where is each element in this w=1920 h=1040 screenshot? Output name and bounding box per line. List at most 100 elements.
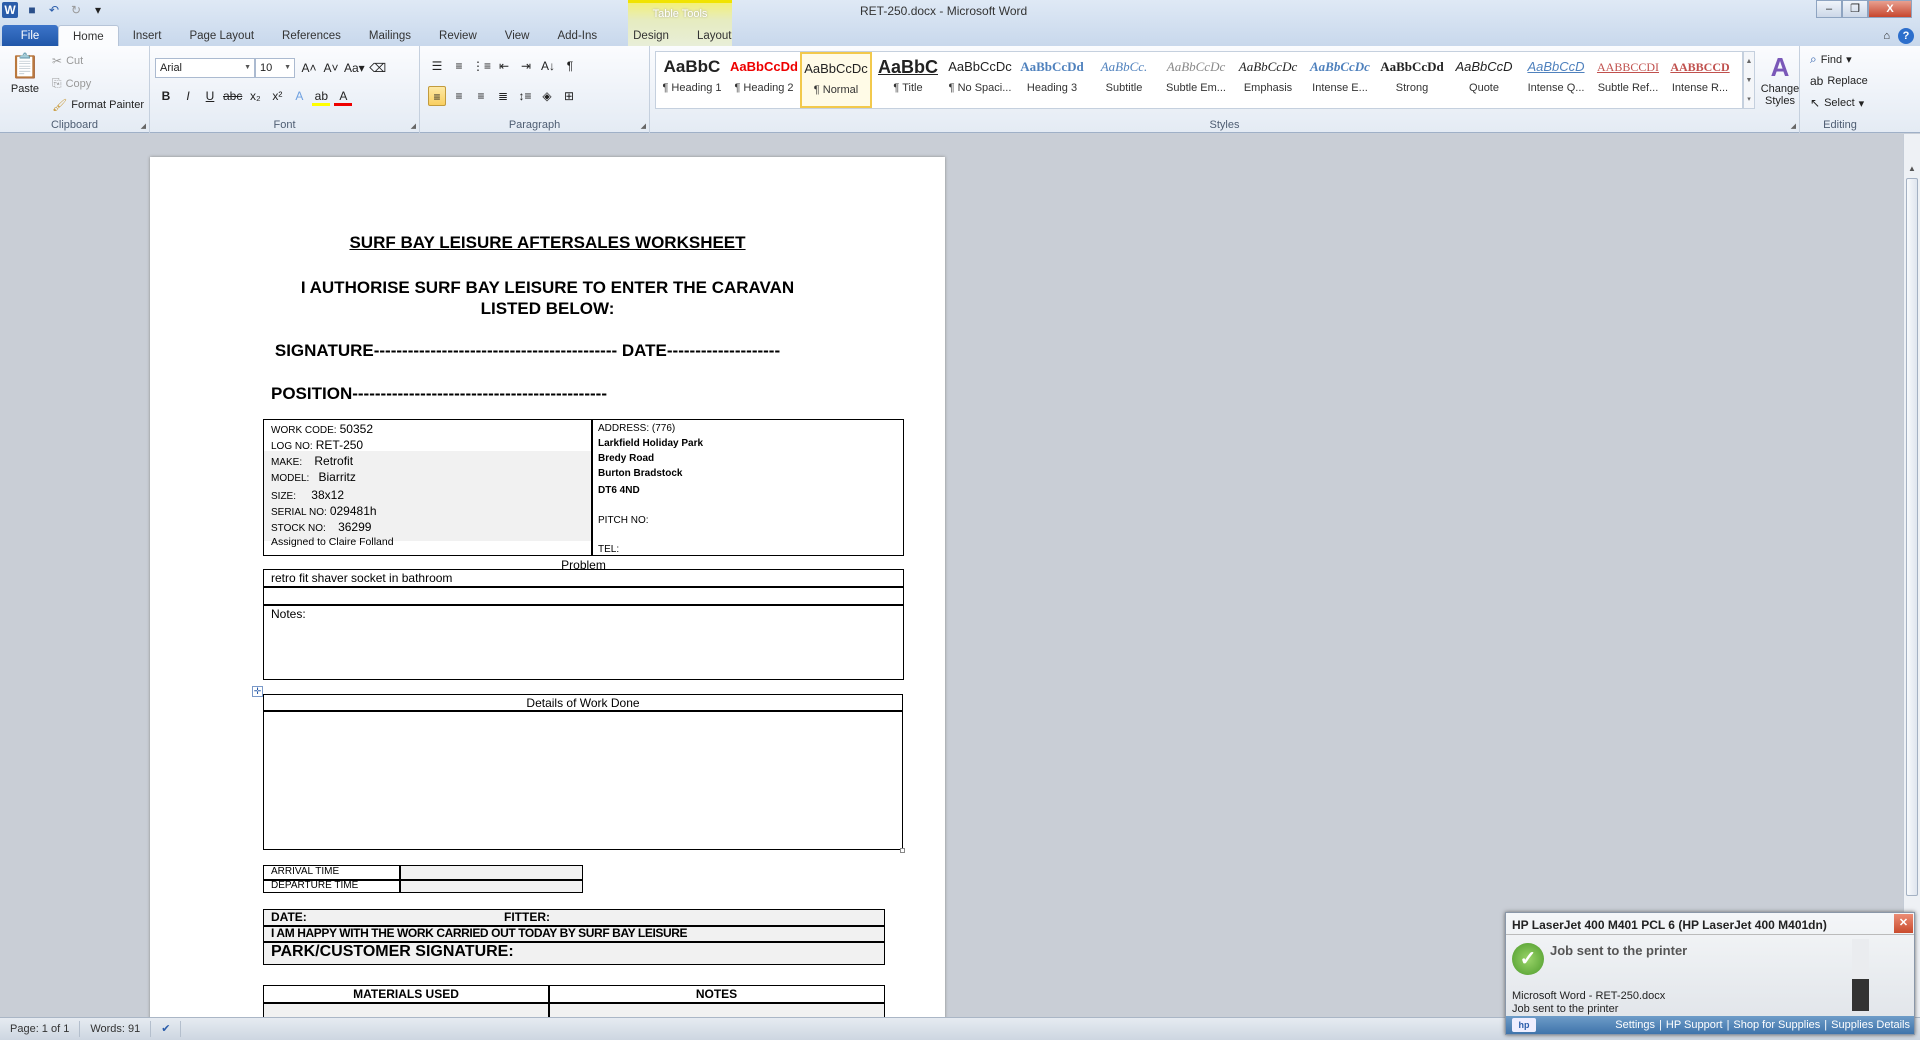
increase-indent-icon[interactable]: ⇥ (517, 56, 535, 76)
dialog-launcher-icon[interactable]: ◢ (1791, 122, 1796, 130)
style-intense-quote[interactable]: AaBbCcD Intense Q... (1520, 52, 1592, 108)
minimize-ribbon-icon[interactable]: ⌂ (1883, 30, 1890, 42)
font-name-combo[interactable]: Arial ▼ (155, 58, 255, 78)
word-count[interactable]: Words: 91 (80, 1021, 152, 1037)
align-right-icon[interactable]: ≡ (472, 86, 490, 106)
tab-add-ins[interactable]: Add-Ins (543, 25, 611, 47)
table-resize-handle[interactable] (900, 848, 905, 853)
page-count[interactable]: Page: 1 of 1 (0, 1021, 81, 1037)
justify-icon[interactable]: ≣ (494, 86, 512, 106)
hp-support-link[interactable]: HP Support (1666, 1019, 1723, 1031)
style-heading-1[interactable]: AaBbC ¶ Heading 1 (656, 52, 728, 108)
change-styles-button[interactable]: A Change Styles (1758, 52, 1802, 107)
italic-icon[interactable]: I (179, 86, 197, 106)
style-subtle-emphasis[interactable]: AaBbCcDc Subtle Em... (1160, 52, 1232, 108)
shop-supplies-link[interactable]: Shop for Supplies (1733, 1019, 1820, 1031)
document-area[interactable]: SURF BAY LEISURE AFTERSALES WORKSHEET I … (0, 134, 1903, 1017)
redo-icon[interactable]: ↻ (68, 2, 84, 18)
table-move-handle-icon[interactable]: ✛ (252, 686, 263, 697)
style-no-spacing[interactable]: AaBbCcDc ¶ No Spaci... (944, 52, 1016, 108)
highlight-icon[interactable]: ab (312, 86, 331, 106)
sort-icon[interactable]: A↓ (539, 56, 557, 76)
style-intense-reference[interactable]: AABBCCD Intense R... (1664, 52, 1736, 108)
scissors-icon: ✂ (52, 54, 63, 68)
style-subtitle[interactable]: AaBbCc. Subtitle (1088, 52, 1160, 108)
tab-home[interactable]: Home (58, 25, 119, 47)
style-emphasis[interactable]: AaBbCcDc Emphasis (1232, 52, 1304, 108)
line-spacing-icon[interactable]: ↕≡ (516, 86, 534, 106)
superscript-icon[interactable]: x² (268, 86, 286, 106)
font-color-icon[interactable]: A (334, 86, 353, 106)
tab-file[interactable]: File (2, 25, 58, 47)
align-left-icon[interactable]: ≡ (428, 86, 446, 106)
tab-page-layout[interactable]: Page Layout (175, 25, 268, 47)
subscript-icon[interactable]: x₂ (246, 86, 264, 106)
word-app-icon[interactable]: W (2, 2, 18, 18)
style-quote[interactable]: AaBbCcD Quote (1448, 52, 1520, 108)
minimize-button[interactable]: – (1816, 0, 1842, 18)
tab-design[interactable]: Design (619, 25, 683, 47)
departure-time-label: DEPARTURE TIME (271, 880, 359, 891)
vertical-scrollbar[interactable]: ▲ (1903, 134, 1920, 1017)
customize-qat-icon[interactable]: ▾ (90, 2, 106, 18)
style-intense-emphasis[interactable]: AaBbCcDc Intense E... (1304, 52, 1376, 108)
help-icon[interactable]: ? (1898, 28, 1914, 44)
tab-review[interactable]: Review (425, 25, 491, 47)
text-effects-icon[interactable]: A (290, 86, 308, 106)
borders-icon[interactable]: ⊞ (560, 86, 578, 106)
gallery-scroll[interactable]: ▲ ▼ ▾ (1743, 51, 1755, 109)
paste-button[interactable]: 📋 Paste (10, 52, 40, 95)
style-heading-2[interactable]: AaBbCcDd ¶ Heading 2 (728, 52, 800, 108)
dialog-launcher-icon[interactable]: ◢ (141, 122, 146, 130)
bullets-icon[interactable]: ☰ (428, 56, 446, 76)
undo-icon[interactable]: ↶ (46, 2, 62, 18)
change-case-icon[interactable]: Aa▾ (344, 58, 365, 78)
style-normal[interactable]: AaBbCcDc ¶ Normal (800, 52, 872, 108)
cut-button[interactable]: ✂ Cut (52, 54, 83, 68)
show-formatting-icon[interactable]: ¶ (561, 56, 579, 76)
find-button[interactable]: ⌕ Find ▾ (1810, 52, 1852, 67)
replace-button[interactable]: ab Replace (1810, 74, 1868, 88)
restore-button[interactable]: ❐ (1842, 0, 1868, 18)
copy-button[interactable]: ⎘ Copy (52, 76, 91, 91)
dialog-launcher-icon[interactable]: ◢ (641, 122, 646, 130)
select-button[interactable]: ↖ Select ▾ (1810, 96, 1864, 110)
tab-references[interactable]: References (268, 25, 355, 47)
format-painter-button[interactable]: 🖌 Format Painter (52, 98, 144, 112)
clear-formatting-icon[interactable]: ⌫ (369, 58, 387, 78)
numbering-icon[interactable]: ≡ (450, 56, 468, 76)
notification-close-button[interactable]: ✕ (1894, 914, 1913, 933)
style-title[interactable]: AaBbC ¶ Title (872, 52, 944, 108)
clipboard-group-label: Clipboard (50, 119, 99, 131)
proofing-icon[interactable]: ✔ (151, 1021, 182, 1037)
bold-icon[interactable]: B (157, 86, 175, 106)
tab-layout[interactable]: Layout (683, 25, 746, 47)
close-button[interactable]: X (1868, 0, 1912, 18)
settings-link[interactable]: Settings (1615, 1019, 1655, 1031)
style-subtle-reference[interactable]: AABBCCDI Subtle Ref... (1592, 52, 1664, 108)
underline-icon[interactable]: U (201, 86, 219, 106)
tab-mailings[interactable]: Mailings (355, 25, 425, 47)
save-icon[interactable]: ■ (24, 2, 40, 18)
decrease-indent-icon[interactable]: ⇤ (495, 56, 513, 76)
font-size-combo[interactable]: 10 ▼ (255, 58, 295, 78)
shrink-font-icon[interactable]: A˅ (322, 58, 340, 78)
style-heading-3[interactable]: AaBbCcDd Heading 3 (1016, 52, 1088, 108)
multilevel-list-icon[interactable]: ⋮≡ (472, 56, 491, 76)
shading-icon[interactable]: ◈ (538, 86, 556, 106)
grow-font-icon[interactable]: A˄ (300, 58, 318, 78)
notification-document: Microsoft Word - RET-250.docx (1512, 990, 1666, 1002)
scroll-up-icon[interactable]: ▲ (1904, 164, 1920, 173)
problem-text[interactable]: retro fit shaver socket in bathroom (271, 571, 452, 585)
copy-icon: ⎘ (52, 76, 62, 90)
tab-insert[interactable]: Insert (119, 25, 176, 47)
tab-view[interactable]: View (491, 25, 544, 47)
document-page[interactable]: SURF BAY LEISURE AFTERSALES WORKSHEET I … (150, 157, 945, 1017)
select-label: Select (1824, 97, 1855, 109)
strikethrough-icon[interactable]: abc (223, 86, 242, 106)
align-center-icon[interactable]: ≡ (450, 86, 468, 106)
scroll-thumb[interactable] (1906, 178, 1918, 896)
style-strong[interactable]: AaBbCcDd Strong (1376, 52, 1448, 108)
dialog-launcher-icon[interactable]: ◢ (411, 122, 416, 130)
supplies-details-link[interactable]: Supplies Details (1831, 1019, 1910, 1031)
